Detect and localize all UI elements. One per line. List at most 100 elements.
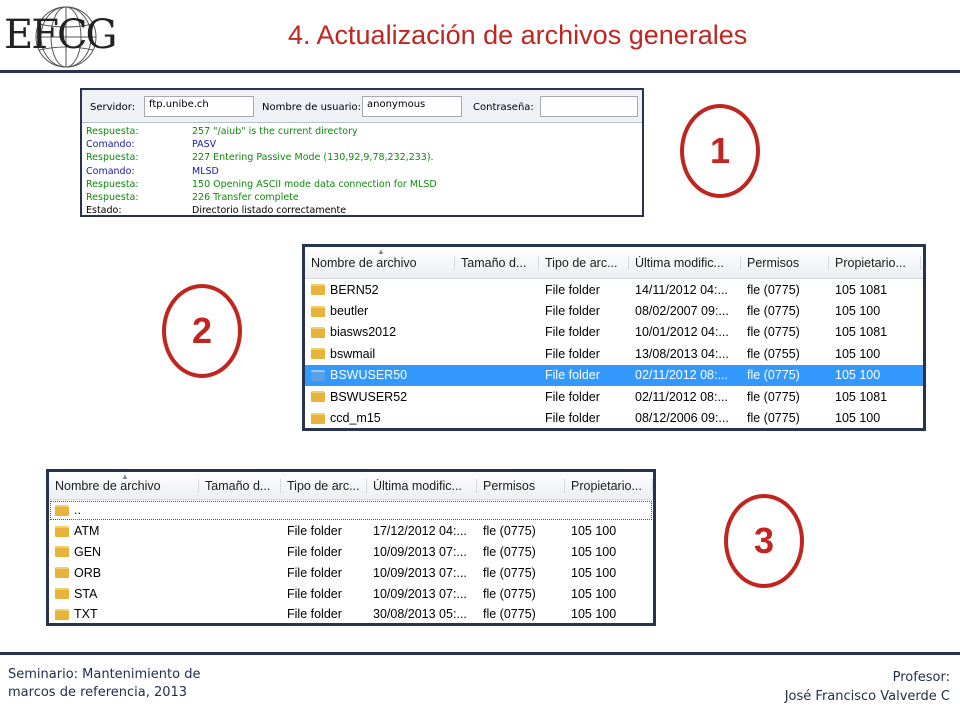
cell-owner: 105 100	[835, 304, 881, 319]
step-number: 2	[191, 310, 213, 351]
footer-seminar-line2: marcos de referencia, 2013	[8, 685, 188, 700]
file-row[interactable]: BERN52 File folder 14/11/2012 04:... fle (0…	[305, 279, 923, 300]
cell-modified: 08/02/2007 09:...	[635, 304, 729, 319]
column-header-size[interactable]: Tamaño d...	[199, 478, 281, 493]
cell-owner: 105 1081	[835, 389, 888, 404]
file-row[interactable]: ORB File folder 10/09/2013 07:... fle (0775…	[49, 562, 653, 583]
file-name: TXT	[74, 607, 98, 622]
subfolder-file-list[interactable]: Nombre de archivo Tamaño d... Tipo de ar…	[46, 469, 656, 626]
file-name: STA	[74, 586, 98, 601]
list-header: Nombre de archivo Tamaño d... Tipo de ar…	[305, 247, 923, 279]
username-input[interactable]: anonymous	[362, 96, 462, 117]
cell-owner: 105 100	[571, 524, 617, 539]
cell-type: File folder	[287, 565, 342, 580]
file-name: ATM	[74, 524, 100, 539]
cell-modified: 02/11/2012 08:...	[635, 389, 728, 404]
log-entry: Respuesta: 226 Transfer complete	[86, 191, 638, 204]
footer-seminar: Seminario: Mantenimiento de marcos de re…	[8, 666, 200, 702]
cell-name: ORB	[49, 566, 199, 580]
step-number: 1	[709, 130, 731, 171]
log-entry-text: 257 "/aiub" is the current directory	[192, 126, 358, 137]
cell-name: beutler	[305, 304, 455, 318]
file-row[interactable]: GEN File folder 10/09/2013 07:... fle (0775…	[49, 542, 653, 563]
column-header-type[interactable]: Tipo de arc...	[281, 478, 367, 493]
column-header-permissions[interactable]: Permisos	[477, 478, 565, 493]
footer-professor-line1: Profesor:	[892, 670, 950, 685]
cell-permissions: fle (0775)	[747, 325, 800, 340]
cell-owner: 105 100	[571, 607, 617, 622]
folder-icon	[311, 348, 325, 360]
cell-owner: 105 1081	[835, 325, 888, 340]
log-entry-type: Respuesta:	[86, 152, 139, 164]
cell-name: bswmail	[305, 347, 455, 361]
file-row[interactable]: ccd_m15 File folder 08/12/2006 09:... fle (…	[305, 407, 923, 428]
log-entry-text: MLSD	[192, 165, 219, 177]
cell-owner: 105 100	[571, 586, 617, 601]
cell-permissions: fle (0775)	[747, 304, 800, 319]
cell-type: File folder	[545, 346, 600, 361]
column-header-name[interactable]: Nombre de archivo	[305, 255, 455, 270]
file-row[interactable]: BSWUSER50 File folder 02/11/2012 08:... fle…	[305, 364, 923, 386]
footer-divider	[0, 652, 960, 655]
file-row[interactable]: ..	[49, 500, 653, 521]
list-rows: .. ATM File folder 17/12/2012 04:... fle (07…	[49, 500, 653, 623]
folder-icon	[311, 305, 325, 317]
cell-type: File folder	[545, 282, 600, 297]
folder-icon	[311, 369, 325, 381]
file-row[interactable]: ATM File folder 17/12/2012 04:... fle (0775…	[49, 521, 653, 542]
log-entry-type: Respuesta:	[86, 126, 139, 137]
file-row[interactable]: bswmail File folder 13/08/2013 04:... fle (…	[305, 343, 923, 364]
file-row[interactable]: beutler File folder 08/02/2007 09:... fle (…	[305, 300, 923, 321]
logo-text: EFCG	[4, 12, 118, 58]
cell-permissions: fle (0775)	[747, 282, 800, 297]
column-header-modified[interactable]: Última modific...	[629, 255, 741, 270]
column-header-owner[interactable]: Propietario...	[829, 255, 921, 270]
step-marker-2: 2	[162, 284, 242, 378]
server-input[interactable]: ftp.unibe.ch	[144, 96, 254, 117]
cell-owner: 105 100	[835, 346, 881, 361]
remote-file-list[interactable]: Nombre de archivo Tamaño d... Tipo de ar…	[302, 244, 926, 431]
folder-icon	[55, 567, 69, 579]
cell-modified: 10/01/2012 04:...	[635, 325, 729, 340]
column-header-owner[interactable]: Propietario...	[565, 478, 653, 493]
file-name: BSWUSER52	[330, 389, 408, 404]
efcg-logo: EFCG	[4, 4, 120, 70]
cell-type: File folder	[545, 304, 600, 319]
file-row[interactable]: STA File folder 10/09/2013 07:... fle (0775…	[49, 583, 653, 604]
file-name: BERN52	[330, 282, 379, 297]
log-entry-type: Respuesta:	[86, 178, 139, 190]
sort-ascending-icon: ▲	[377, 247, 385, 256]
cell-permissions: fle (0775)	[747, 389, 800, 404]
file-row[interactable]: BSWUSER52 File folder 02/11/2012 08:... fle…	[305, 386, 923, 407]
sort-ascending-icon: ▲	[121, 472, 129, 481]
folder-icon	[311, 284, 325, 296]
password-input[interactable]	[540, 96, 638, 117]
column-header-size[interactable]: Tamaño d...	[455, 255, 539, 270]
log-entry: Comando: PASV	[86, 138, 638, 151]
log-entry-text: 227 Entering Passive Mode (130,92,9,78,2…	[192, 152, 434, 164]
cell-owner: 105 100	[835, 368, 881, 383]
file-row[interactable]: TXT File folder 30/08/2013 05:... fle (0775…	[49, 604, 653, 623]
cell-type: File folder	[287, 524, 342, 539]
file-name: GEN	[74, 544, 102, 559]
column-header-type[interactable]: Tipo de arc...	[539, 255, 629, 270]
cell-name: GEN	[49, 545, 199, 559]
cell-type: File folder	[545, 368, 600, 383]
folder-icon	[311, 412, 325, 424]
file-name: bswmail	[330, 346, 376, 361]
log-entry-text: PASV	[192, 139, 217, 151]
cell-owner: 105 100	[571, 544, 617, 559]
column-header-modified[interactable]: Última modific...	[367, 478, 477, 493]
file-name: biasws2012	[330, 325, 397, 340]
file-name: BSWUSER50	[330, 368, 408, 383]
column-header-permissions[interactable]: Permisos	[741, 255, 829, 270]
file-row[interactable]: biasws2012 File folder 10/01/2012 04:... fl…	[305, 322, 923, 343]
list-rows: BERN52 File folder 14/11/2012 04:... fle (0…	[305, 279, 923, 428]
log-entry-type: Respuesta:	[86, 191, 139, 203]
password-label: Contraseña:	[473, 102, 534, 113]
ftp-message-log[interactable]: Respuesta: 257 "/aiub" is the current dir…	[82, 123, 642, 219]
cell-modified: 10/09/2013 07:...	[373, 565, 467, 580]
footer-seminar-line1: Seminario: Mantenimiento de	[8, 667, 201, 682]
header-divider	[0, 70, 960, 73]
cell-owner: 105 1081	[835, 282, 888, 297]
